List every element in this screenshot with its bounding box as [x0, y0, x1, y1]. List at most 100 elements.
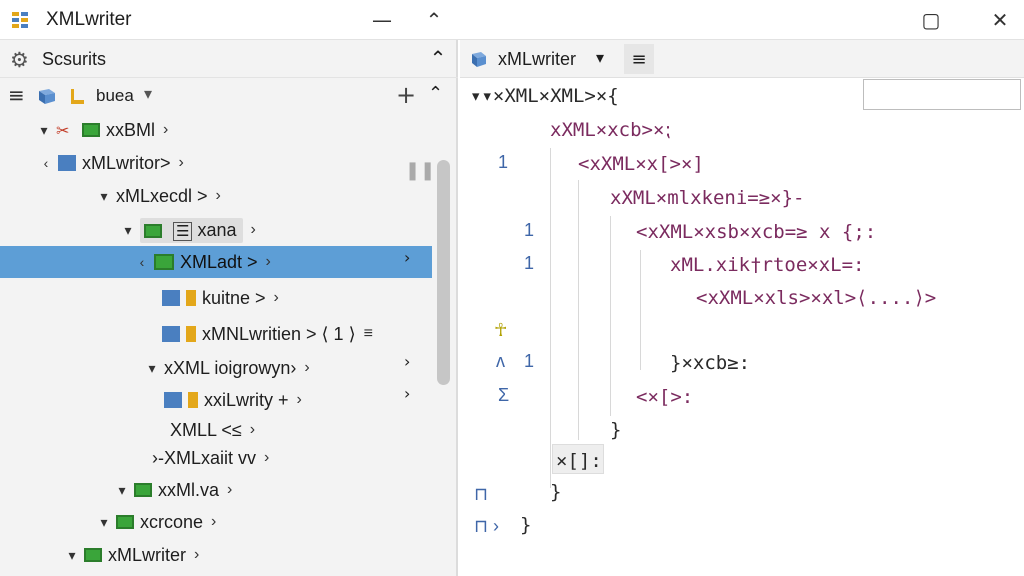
code-line[interactable]: <xXML×x[>×]: [578, 152, 704, 176]
code-line[interactable]: }: [610, 418, 621, 442]
chevron-right-icon: ›: [211, 513, 217, 530]
line-number: 1: [524, 351, 535, 371]
table-grid-icon: [12, 12, 28, 28]
tree-item[interactable]: ▾ xMLwriter ›: [60, 539, 199, 571]
window-title: XMLwriter: [46, 9, 132, 30]
chevron-right-icon: ›: [404, 384, 411, 403]
twisty-icon[interactable]: ▾: [140, 360, 164, 377]
folder-icon: [154, 254, 174, 270]
twisty-icon[interactable]: ▾: [110, 482, 134, 499]
folder-icon: [134, 483, 152, 497]
close-button[interactable]: ✕: [986, 6, 1014, 34]
folder-icon: [144, 223, 162, 238]
code-line[interactable]: }: [520, 513, 531, 537]
fold-icon[interactable]: Σ: [498, 385, 509, 406]
tree-item[interactable]: ▾ xXML ioigrowyn› ›: [140, 352, 310, 384]
tree-item[interactable]: kuitne > ›: [162, 282, 279, 314]
title-bar: XMLwriter — ⌃ ▢ ✕: [0, 0, 1024, 40]
folder-icon: [84, 548, 102, 562]
tree-item[interactable]: ▾ xMLxecdl > ›: [92, 180, 220, 212]
minimize-button[interactable]: —: [368, 6, 396, 34]
tree-item-label: xMLxecdl >: [116, 185, 208, 206]
tree-item[interactable]: ▾ xxMl.va ›: [110, 474, 232, 506]
code-line[interactable]: ×[]:: [556, 449, 602, 473]
code-line[interactable]: <xXML×xls>×xl>⟨....⟩>: [696, 286, 936, 310]
twisty-icon[interactable]: ▾: [116, 222, 140, 239]
highlighted-node: ☰ xana: [140, 217, 243, 243]
left-panel: ⚙ Scsurits ⌃ ≡ buea ▾ + ⌃ ▾ ✂ xxBMl › ‹ …: [0, 40, 458, 576]
panel-toolbar: ≡ buea ▾ + ⌃: [0, 78, 458, 114]
breakpoint-icon[interactable]: ☥: [494, 320, 507, 341]
bracket-icon[interactable]: ⊓: [474, 484, 488, 505]
restore-button[interactable]: ▢: [917, 6, 945, 34]
chevron-right-icon: ›: [273, 289, 279, 306]
tree-item-label: xMLwritor>: [82, 152, 171, 173]
menu-icon[interactable]: ≡: [624, 44, 654, 74]
tree-item-label: xxiLwrity +: [204, 389, 289, 410]
tree-item[interactable]: ▾ ☰ xana ›: [116, 214, 256, 246]
line-number: 1: [498, 152, 509, 172]
collapse-button[interactable]: ⌃: [420, 6, 448, 34]
tree-item-label: xcrcone: [140, 511, 204, 532]
bracket-icon[interactable]: ⊓ ›: [474, 516, 499, 537]
line-number: 1: [524, 220, 535, 240]
code-line[interactable]: <xXML×xsb×xcb=≥ x {;:: [636, 220, 876, 244]
twisty-icon[interactable]: ▾: [92, 188, 116, 205]
tree-item-label: xana: [197, 219, 237, 240]
search-input[interactable]: [863, 79, 1021, 110]
tree-item[interactable]: ›-XMLxaiit vv ›: [152, 442, 269, 474]
add-button[interactable]: +: [396, 81, 418, 109]
code-line[interactable]: }×xcb≥:: [670, 351, 750, 375]
tree-item-label: kuitne >: [202, 287, 266, 308]
tree-item[interactable]: ‹ xMLwritor> ›: [34, 147, 184, 179]
cube-icon: [472, 52, 486, 67]
chevron-up-icon: ⌃: [425, 8, 443, 32]
chevron-right-icon: ›: [404, 248, 411, 267]
indent-guide: [550, 148, 551, 488]
editor-panel: xMLwriter ▾ ≡ 1 1 1 1 ☥ ʌ Σ ⊓ ⊓ › ▾▾×XML…: [460, 40, 1024, 576]
tree-item[interactable]: ▾ xcrcone ›: [92, 506, 216, 538]
tree-item-label: XMLadt >: [180, 251, 258, 272]
folder-icon[interactable]: [68, 86, 88, 106]
editor-tab-title[interactable]: xMLwriter: [498, 49, 576, 70]
panel-header: ⚙ Scsurits ⌃: [0, 40, 458, 78]
code-line[interactable]: xXML×mlxkeni=≥×}-: [610, 186, 804, 210]
scrollbar-thumb[interactable]: [437, 160, 450, 385]
menu-icon[interactable]: ≡: [8, 83, 25, 107]
twisty-icon[interactable]: ‹: [130, 254, 154, 270]
restore-icon: ▢: [921, 8, 941, 32]
chevron-right-icon: ›: [194, 546, 200, 563]
twisty-icon[interactable]: ▾: [32, 122, 56, 139]
package-icon: [186, 326, 196, 342]
twisty-icon[interactable]: ▾: [60, 547, 84, 564]
code-line[interactable]: ▾▾×XML×XML>×{: [470, 84, 619, 108]
cube-icon[interactable]: [37, 86, 57, 106]
code-line[interactable]: }: [550, 480, 561, 504]
indent-guide: [640, 250, 641, 370]
chevron-right-icon: ›: [163, 121, 169, 138]
twisty-icon[interactable]: ▾: [92, 514, 116, 531]
gear-icon: ⚙: [10, 48, 29, 72]
pause-icon[interactable]: ❚❚: [405, 160, 435, 181]
cube-icon: [162, 326, 180, 342]
tree-item[interactable]: xxiLwrity + ›: [164, 384, 302, 416]
toolbar-label[interactable]: buea: [96, 86, 134, 106]
code-line[interactable]: xXML×xcb>×⁏: [550, 118, 671, 142]
tree-item-label: xXML ioigrowyn›: [164, 357, 297, 378]
panel-collapse-button[interactable]: ⌃: [425, 44, 451, 72]
tree-item-label: xMLwriter: [108, 544, 187, 565]
cube-icon: [164, 392, 182, 408]
editor-tab-bar: xMLwriter ▾ ≡: [460, 40, 1024, 78]
close-icon: ✕: [991, 8, 1009, 32]
tree-item[interactable]: xMNLwritien > ⟨ 1 ⟩ ≡: [162, 318, 373, 350]
tree-item[interactable]: ▾ ✂ xxBMl ›: [32, 114, 168, 146]
chevron-up-icon[interactable]: ⌃: [428, 83, 448, 107]
twisty-icon[interactable]: ‹: [34, 155, 58, 171]
tree-item-selected[interactable]: ‹ XMLadt > ›: [0, 246, 432, 278]
fold-icon[interactable]: ʌ: [496, 351, 505, 372]
chevron-down-icon[interactable]: ▾: [144, 84, 152, 103]
chevron-down-icon[interactable]: ▾: [596, 48, 604, 67]
code-line[interactable]: xML.xik†rtoe×xL=:: [670, 253, 864, 277]
chevron-right-icon: ›: [304, 359, 310, 376]
code-line[interactable]: <×[>:: [636, 385, 693, 409]
